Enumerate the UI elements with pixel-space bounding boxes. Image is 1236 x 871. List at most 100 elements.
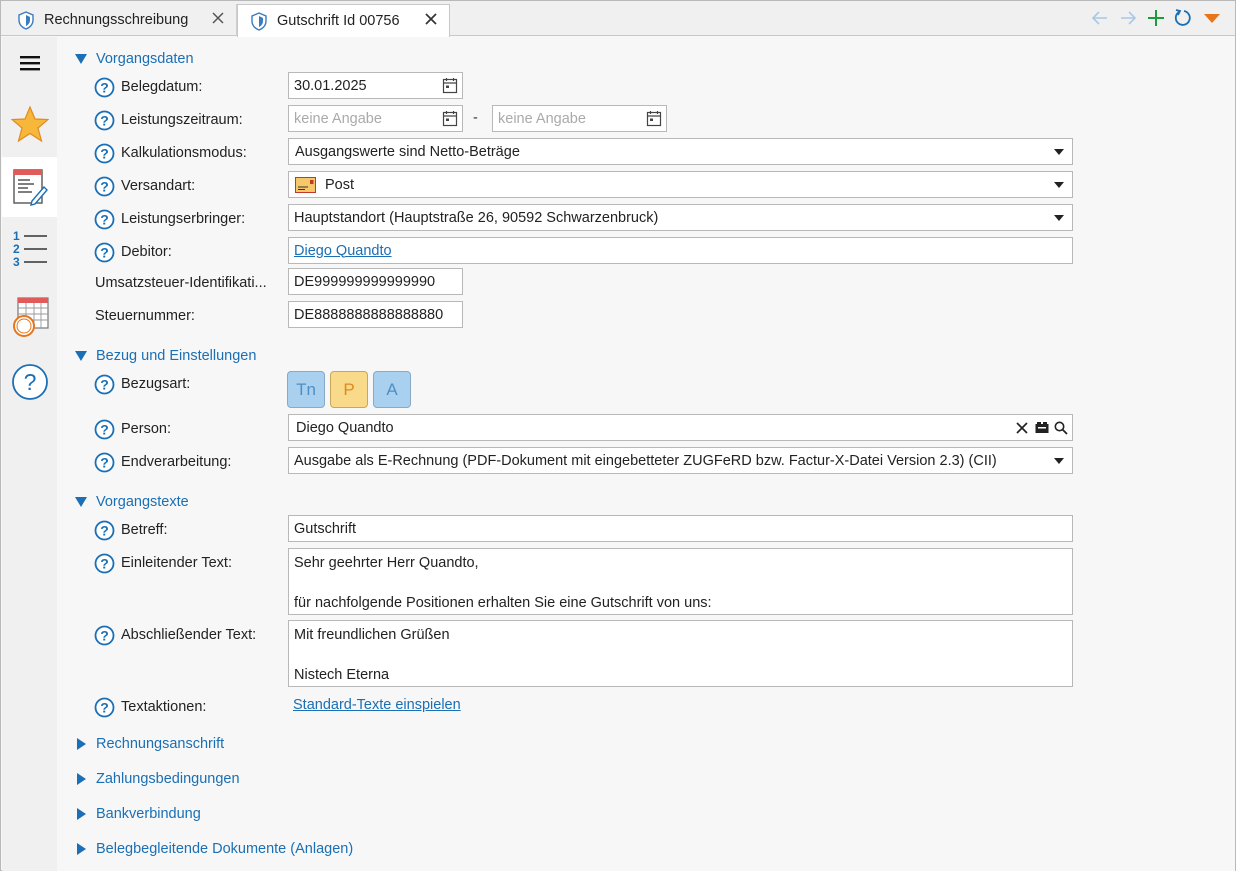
standard-texte-link[interactable]: Standard-Texte einspielen [293, 697, 461, 713]
debitor-label: ? Debitor: [94, 240, 172, 264]
help-icon[interactable]: ? [94, 697, 115, 718]
clear-icon[interactable] [1014, 420, 1030, 436]
svg-text:?: ? [100, 454, 109, 470]
ustid-input[interactable]: DE999999999999990 [288, 268, 463, 295]
svg-text:?: ? [100, 145, 109, 161]
calendar-icon [12, 297, 49, 337]
debitor-link[interactable]: Diego Quandto [288, 237, 1073, 264]
chevron-down-icon [1054, 458, 1064, 464]
endverarbeitung-select[interactable]: Ausgabe als E-Rechnung (PDF-Dokument mit… [288, 447, 1073, 474]
versandart-select[interactable]: Post [288, 171, 1073, 198]
section-bankverbindung-header[interactable]: Bankverbindung [75, 804, 201, 824]
favorites-star-icon [10, 105, 49, 143]
tab-label: Gutschrift Id 00756 [277, 13, 400, 29]
calendar-button[interactable] [2, 289, 57, 345]
bezugsart-a-button[interactable]: A [373, 371, 411, 408]
belegdatum-label: ? Belegdatum: [94, 75, 202, 99]
svg-text:?: ? [100, 244, 109, 260]
document-edit-button[interactable] [2, 157, 57, 217]
plus-icon[interactable] [1145, 7, 1167, 29]
help-icon: ? [11, 364, 48, 400]
help-icon[interactable]: ? [94, 520, 115, 541]
search-icon[interactable] [1053, 420, 1069, 436]
help-icon[interactable]: ? [94, 625, 115, 646]
section-anlagen-header[interactable]: Belegbegleitende Dokumente (Anlagen) [75, 839, 353, 859]
help-icon[interactable]: ? [94, 242, 115, 263]
menu-icon [19, 56, 40, 71]
section-title: Belegbegleitende Dokumente (Anlagen) [96, 841, 354, 857]
section-vorgangsdaten-header[interactable]: Vorgangsdaten [75, 49, 194, 69]
calendar-icon[interactable] [646, 110, 662, 127]
collapse-triangle-icon [75, 351, 87, 361]
help-icon[interactable]: ? [94, 143, 115, 164]
tab-label: Rechnungsschreibung [44, 12, 189, 28]
svg-text:?: ? [100, 699, 109, 715]
dropdown-triangle-icon[interactable] [1201, 7, 1223, 29]
section-zahlungsbedingungen-header[interactable]: Zahlungsbedingungen [75, 769, 240, 789]
help-icon[interactable]: ? [94, 452, 115, 473]
leistungszeitraum-to-input[interactable]: keine Angabe [492, 105, 667, 132]
section-title: Vorgangstexte [96, 494, 189, 510]
help-icon[interactable]: ? [94, 77, 115, 98]
textaktionen-label: ? Textaktionen: [94, 695, 206, 719]
betreff-input[interactable]: Gutschrift [288, 515, 1073, 542]
arrow-right-icon[interactable] [1117, 7, 1139, 29]
leistungserbringer-label: ? Leistungserbringer: [94, 207, 245, 231]
tab-rechnungsschreibung[interactable]: Rechnungsschreibung [5, 4, 237, 36]
expand-triangle-icon [77, 808, 86, 820]
menu-button[interactable] [2, 45, 57, 81]
calendar-icon[interactable] [442, 110, 458, 127]
collapse-triangle-icon [75, 54, 87, 64]
bezugsart-tn-button[interactable]: Tn [287, 371, 325, 408]
envelope-icon [295, 176, 316, 193]
section-title: Zahlungsbedingungen [96, 771, 240, 787]
svg-text:?: ? [100, 112, 109, 128]
range-separator: - [473, 110, 478, 126]
chevron-down-icon [1054, 182, 1064, 188]
help-icon[interactable]: ? [94, 110, 115, 131]
refresh-icon[interactable] [1173, 7, 1195, 29]
svg-text:1: 1 [13, 229, 20, 243]
help-icon[interactable]: ? [94, 209, 115, 230]
tab-gutschrift[interactable]: Gutschrift Id 00756 [237, 4, 450, 37]
abschliessender-text-textarea[interactable]: Mit freundlichen Grüßen Nistech Eterna [288, 620, 1073, 687]
person-input[interactable]: Diego Quandto [288, 414, 1073, 441]
belegdatum-input[interactable]: 30.01.2025 [288, 72, 463, 99]
section-vorgangstexte-header[interactable]: Vorgangstexte [75, 492, 189, 512]
svg-text:?: ? [100, 555, 109, 571]
close-icon[interactable] [423, 11, 439, 27]
numbered-list-icon: 1 2 3 [13, 229, 47, 268]
calendar-icon[interactable] [442, 77, 458, 94]
kalkulationsmodus-select[interactable]: Ausgangswerte sind Netto-Beträge [288, 138, 1073, 165]
positions-list-button[interactable]: 1 2 3 [2, 223, 57, 273]
section-title: Bankverbindung [96, 806, 201, 822]
favorites-button[interactable] [2, 99, 57, 149]
bezugsart-p-button[interactable]: P [330, 371, 368, 408]
einleitender-text-textarea[interactable]: Sehr geehrter Herr Quandto, für nachfolg… [288, 548, 1073, 615]
steuernummer-input[interactable]: DE8888888888888880 [288, 301, 463, 328]
help-button[interactable]: ? [2, 359, 57, 405]
shield-icon [18, 10, 34, 30]
document-edit-icon [12, 169, 48, 206]
kalkulationsmodus-label: ? Kalkulationsmodus: [94, 141, 247, 165]
leistungserbringer-select[interactable]: Hauptstandort (Hauptstraße 26, 90592 Sch… [288, 204, 1073, 231]
help-icon[interactable]: ? [94, 419, 115, 440]
svg-text:?: ? [100, 211, 109, 227]
collapse-triangle-icon [75, 497, 87, 507]
svg-text:?: ? [100, 376, 109, 392]
bezugsart-label: ? Bezugsart: [94, 372, 190, 396]
chevron-down-icon [1054, 215, 1064, 221]
help-icon[interactable]: ? [94, 374, 115, 395]
close-icon[interactable] [210, 10, 226, 26]
arrow-left-icon[interactable] [1089, 7, 1111, 29]
betreff-label: ? Betreff: [94, 518, 167, 542]
section-rechnungsanschrift-header[interactable]: Rechnungsanschrift [75, 734, 224, 754]
section-bezug-header[interactable]: Bezug und Einstellungen [75, 346, 256, 366]
leistungszeitraum-from-input[interactable]: keine Angabe [288, 105, 463, 132]
endverarbeitung-label: ? Endverarbeitung: [94, 450, 231, 474]
help-icon[interactable]: ? [94, 553, 115, 574]
shield-icon [251, 11, 267, 31]
help-icon[interactable]: ? [94, 176, 115, 197]
svg-text:2: 2 [13, 242, 20, 256]
address-card-icon[interactable] [1034, 420, 1050, 436]
